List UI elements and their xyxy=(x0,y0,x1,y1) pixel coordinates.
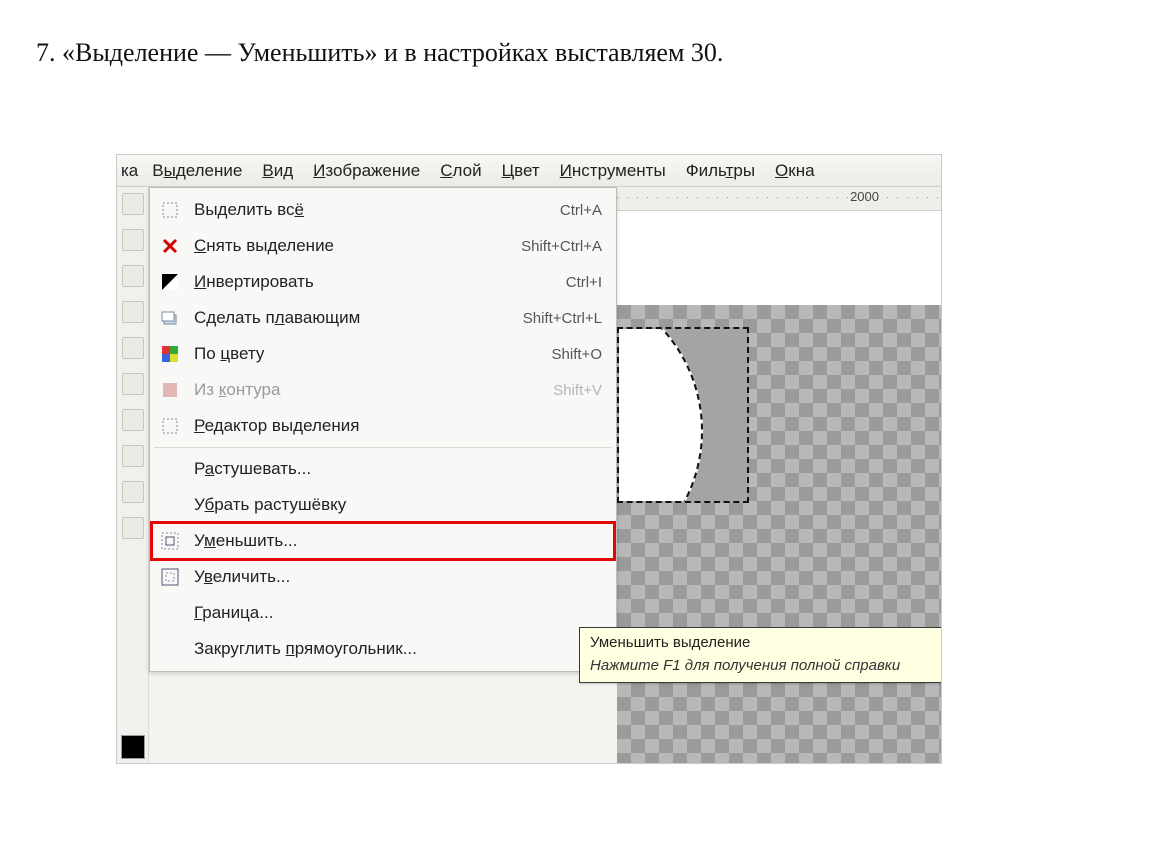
tool-icon[interactable] xyxy=(122,373,144,395)
menu-item-shortcut: Shift+O xyxy=(552,346,602,363)
menu-item-label: Сделать плавающим xyxy=(194,308,523,328)
menu-item-label: Инвертировать xyxy=(194,272,566,292)
tool-icon[interactable] xyxy=(122,445,144,467)
menu-item-label: Граница... xyxy=(194,603,602,623)
menu-item-select-none[interactable]: Снять выделение Shift+Ctrl+A xyxy=(152,228,614,264)
by-color-icon xyxy=(158,342,182,366)
menu-item-windows[interactable]: Окна xyxy=(765,157,825,185)
horizontal-ruler: 2000 xyxy=(617,187,941,211)
editor-icon xyxy=(158,414,182,438)
grow-icon xyxy=(158,565,182,589)
menu-item-rounded-rectangle[interactable]: Закруглить прямоугольник... xyxy=(152,631,614,667)
menu-separator xyxy=(154,447,612,448)
invert-icon xyxy=(158,270,182,294)
menu-item-label: Увеличить... xyxy=(194,567,602,587)
menu-item-border[interactable]: Граница... xyxy=(152,595,614,631)
menu-item-label: Из контура xyxy=(194,380,553,400)
blank-icon xyxy=(158,457,182,481)
menu-item-from-path: Из контура Shift+V xyxy=(152,372,614,408)
menu-item-label: Растушевать... xyxy=(194,459,602,479)
menu-item-label: Редактор выделения xyxy=(194,416,602,436)
blank-icon xyxy=(158,493,182,517)
menu-item-sharpen[interactable]: Убрать растушёвку xyxy=(152,487,614,523)
menu-item-invert[interactable]: Инвертировать Ctrl+I xyxy=(152,264,614,300)
menu-item-label: Убрать растушёвку xyxy=(194,495,602,515)
menu-item-selection-editor[interactable]: Редактор выделения xyxy=(152,408,614,444)
cancel-icon xyxy=(158,234,182,258)
menu-item-grow[interactable]: Увеличить... xyxy=(152,559,614,595)
menu-item-shortcut: Ctrl+A xyxy=(560,202,602,219)
blank-icon xyxy=(158,637,182,661)
tool-icon[interactable] xyxy=(122,337,144,359)
screenshot-frame: ка Выделение Вид Изображение Слой Цвет И… xyxy=(116,154,942,764)
menu-bar: ка Выделение Вид Изображение Слой Цвет И… xyxy=(117,155,941,187)
menu-item-shortcut: Shift+Ctrl+A xyxy=(521,238,602,255)
tool-icon[interactable] xyxy=(122,193,144,215)
menu-item-label: Закруглить прямоугольник... xyxy=(194,639,602,659)
ruler-tick-label: 2000 xyxy=(850,189,879,204)
tool-icon[interactable] xyxy=(122,517,144,539)
tooltip: Уменьшить выделение Нажмите F1 для получ… xyxy=(579,627,942,683)
tool-icon[interactable] xyxy=(122,301,144,323)
menu-item-feather[interactable]: Растушевать... xyxy=(152,451,614,487)
menu-item-select-all[interactable]: Выделить всё Ctrl+A xyxy=(152,192,614,228)
tooltip-body: Нажмите F1 для получения полной справки xyxy=(590,657,942,674)
tool-icon[interactable] xyxy=(122,229,144,251)
tool-icon[interactable] xyxy=(122,265,144,287)
menu-item-label: Снять выделение xyxy=(194,236,521,256)
menu-bar-fragment: ка xyxy=(121,157,142,185)
tool-icon[interactable] xyxy=(122,409,144,431)
blank-icon xyxy=(158,601,182,625)
menu-item-shortcut: Shift+Ctrl+L xyxy=(523,310,602,327)
canvas-selection-preview xyxy=(617,327,749,503)
tool-icon[interactable] xyxy=(122,481,144,503)
shrink-icon xyxy=(158,529,182,553)
menu-item-color[interactable]: Цвет xyxy=(492,157,550,185)
menu-item-selection[interactable]: Выделение xyxy=(142,157,252,185)
menu-item-by-color[interactable]: По цвету Shift+O xyxy=(152,336,614,372)
menu-item-float[interactable]: Сделать плавающим Shift+Ctrl+L xyxy=(152,300,614,336)
menu-item-shrink[interactable]: Уменьшить... xyxy=(152,523,614,559)
float-icon xyxy=(158,306,182,330)
menu-item-label: Выделить всё xyxy=(194,200,560,220)
tooltip-title: Уменьшить выделение xyxy=(590,634,942,651)
menu-item-tools[interactable]: Инструменты xyxy=(550,157,676,185)
menu-item-layer[interactable]: Слой xyxy=(430,157,491,185)
from-path-icon xyxy=(158,378,182,402)
color-swatch[interactable] xyxy=(121,735,145,759)
select-all-icon xyxy=(158,198,182,222)
instruction-caption: 7. «Выделение — Уменьшить» и в настройка… xyxy=(36,38,723,68)
menu-item-label: По цвету xyxy=(194,344,552,364)
menu-item-shortcut: Ctrl+I xyxy=(566,274,602,291)
menu-item-image[interactable]: Изображение xyxy=(303,157,430,185)
menu-item-view[interactable]: Вид xyxy=(252,157,303,185)
toolbox-sliver xyxy=(117,187,149,763)
menu-item-label: Уменьшить... xyxy=(194,531,602,551)
menu-item-shortcut: Shift+V xyxy=(553,382,602,399)
menu-item-filters[interactable]: Фильтры xyxy=(676,157,765,185)
selection-menu-dropdown: Выделить всё Ctrl+A Снять выделение Shif… xyxy=(149,187,617,672)
